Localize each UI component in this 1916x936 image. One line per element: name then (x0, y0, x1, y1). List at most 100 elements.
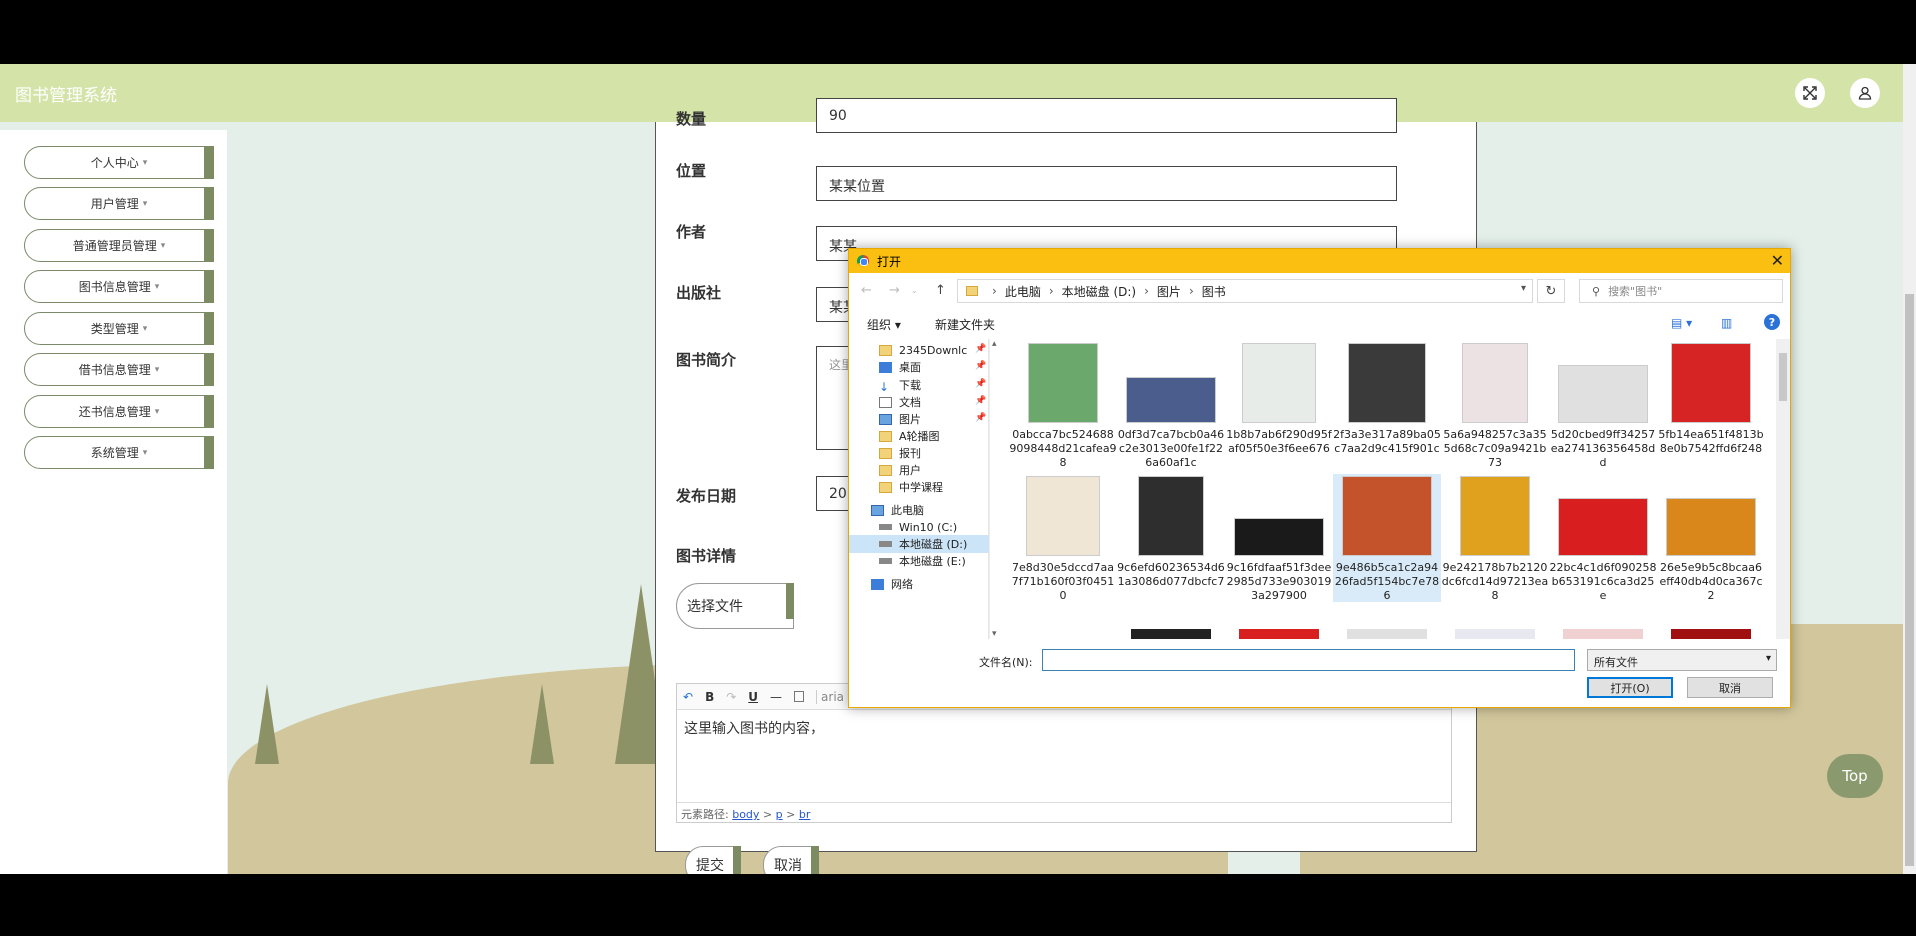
up-arrow-icon[interactable]: ↑ (935, 283, 946, 298)
nav-item-users[interactable]: 用户 (879, 461, 921, 479)
organize-button[interactable]: 组织 ▾ (867, 316, 901, 333)
publish-date-label: 发布日期 (676, 487, 737, 505)
underline-icon[interactable]: U (748, 690, 758, 704)
filename-input[interactable] (1042, 649, 1575, 671)
user-profile-button[interactable] (1850, 78, 1880, 108)
submit-button[interactable]: 提交 (685, 846, 741, 874)
file-item[interactable]: 1b8b7ab6f290d95faf05f50e3f6ee676 (1225, 341, 1333, 469)
sidebar-item-borrow-info[interactable]: 借书信息管理 ▾ (24, 353, 214, 386)
file-item[interactable]: 2f3a3e317a89ba05c7aa2d9c415f901c (1333, 341, 1441, 469)
nav-pane-scrollbar[interactable]: ▴ ▾ (989, 339, 1003, 639)
nav-item-drive-c[interactable]: Win10 (C:) (879, 518, 957, 536)
file-item[interactable]: 7e8d30e5dccd7aa7f71b160f03f04510 (1009, 474, 1117, 602)
nav-item-newspapers[interactable]: 报刊 (879, 444, 921, 462)
forward-arrow-icon[interactable]: → (889, 283, 900, 298)
nav-item-this-pc[interactable]: 此电脑 (871, 501, 924, 519)
scroll-up-icon[interactable]: ▴ (992, 339, 997, 349)
breadcrumb-separator: › (992, 284, 997, 298)
user-icon (1858, 86, 1872, 100)
breadcrumb-drive-d[interactable]: 本地磁盘 (D:) (1062, 283, 1136, 300)
intro-label: 图书简介 (676, 351, 737, 369)
image-thumbnail (1028, 343, 1098, 423)
file-item[interactable]: 0df3d7ca7bcb0a46c2e3013e00fe1f226a60af1c (1117, 341, 1225, 469)
file-item[interactable]: 9c16fdfaaf51f3dee2985d733e9030193a297900 (1225, 474, 1333, 602)
path-br-link[interactable]: br (799, 808, 811, 821)
open-button[interactable]: 打开(O) (1587, 677, 1673, 698)
quantity-field[interactable]: 90 (816, 98, 1397, 133)
caret-down-icon: ▾ (160, 240, 166, 251)
file-item[interactable]: 9e242178b7b2120dc6fcd14d97213ea8 (1441, 474, 1549, 602)
file-item[interactable]: 5fb14ea651f4813b8e0b7542ffd6f248 (1657, 341, 1765, 469)
file-type-value: 所有文件 (1594, 656, 1638, 669)
undo-icon[interactable]: ↶ (683, 690, 693, 704)
file-item[interactable]: 5a6a948257c3a355d68c7c09a9421b73 (1441, 341, 1549, 469)
nav-item-downloads[interactable]: ↓ 下载 (879, 376, 921, 394)
redo-icon[interactable]: ↷ (726, 690, 736, 704)
folder-icon (879, 481, 892, 493)
choose-file-button[interactable]: 选择文件 (676, 583, 794, 629)
font-family-select[interactable]: aria (816, 689, 844, 704)
nav-item-drive-e[interactable]: 本地磁盘 (E:) (879, 552, 966, 570)
breadcrumb-pictures[interactable]: 图片 (1157, 283, 1181, 300)
sidebar-item-label: 普通管理员管理 (72, 239, 157, 253)
file-item[interactable]: 9c6efd60236534d61a3086d077dbcfc7 (1117, 474, 1225, 602)
nav-item-label: 桌面 (899, 361, 921, 374)
nav-item-drive-d[interactable]: 本地磁盘 (D:) (849, 535, 989, 553)
scrollbar-thumb[interactable] (1779, 353, 1787, 401)
file-type-select[interactable]: 所有文件 ▾ (1587, 649, 1777, 671)
sidebar-item-book-info[interactable]: 图书信息管理 ▾ (24, 270, 214, 303)
file-item[interactable]: 9e486b5ca1c2a9426fad5f154bc7e786 (1333, 474, 1441, 602)
recent-dropdown-icon[interactable]: ⌄ (911, 286, 918, 295)
address-bar[interactable]: › 此电脑 › 本地磁盘 (D:) › 图片 › 图书 ▾ (957, 279, 1533, 303)
sidebar-item-system[interactable]: 系统管理 ▾ (24, 436, 214, 469)
file-list-scrollbar[interactable] (1776, 339, 1790, 639)
sidebar-item-user-management[interactable]: 用户管理 ▾ (24, 187, 214, 220)
bold-icon[interactable]: B (705, 690, 714, 704)
new-folder-button[interactable]: 新建文件夹 (935, 316, 995, 333)
nav-item-2345downloads[interactable]: 2345Downlc (879, 341, 967, 359)
page-scrollbar[interactable] (1903, 64, 1916, 874)
nav-item-documents[interactable]: 文档 (879, 393, 921, 411)
file-list: 0abcca7bc5246889098448d21cafea98 0df3d7ca… (1009, 339, 1779, 639)
document-icon[interactable] (794, 691, 805, 702)
search-input[interactable]: ⚲ 搜索"图书" (1579, 279, 1783, 303)
chevron-down-icon[interactable]: ▾ (1521, 283, 1526, 294)
preview-pane-icon[interactable]: ▥ (1721, 316, 1732, 330)
file-name: 5a6a948257c3a355d68c7c09a9421b73 (1443, 428, 1547, 469)
sidebar-item-return-info[interactable]: 还书信息管理 ▾ (24, 395, 214, 428)
sidebar-item-category[interactable]: 类型管理 ▾ (24, 312, 214, 345)
nav-item-carousel[interactable]: A轮播图 (879, 427, 940, 445)
nav-item-middle-school[interactable]: 中学课程 (879, 478, 943, 496)
back-to-top-button[interactable]: Top (1827, 754, 1883, 798)
nav-item-desktop[interactable]: 桌面 (879, 358, 921, 376)
sidebar-item-personal-center[interactable]: 个人中心 ▾ (24, 146, 214, 179)
file-item[interactable]: 22bc4c1d6f090258b653191c6ca3d25e (1549, 474, 1657, 602)
nav-item-label: A轮播图 (899, 430, 940, 443)
image-thumbnail (1558, 365, 1648, 423)
nav-item-network[interactable]: 网络 (871, 575, 913, 593)
breadcrumb-this-pc[interactable]: 此电脑 (1005, 283, 1041, 300)
file-item[interactable]: 5d20cbed9ff34257ea274136356458dd (1549, 341, 1657, 469)
horizontal-rule-icon[interactable]: — (770, 690, 782, 704)
nav-item-pictures[interactable]: 图片 (879, 410, 921, 428)
sidebar-item-admin-management[interactable]: 普通管理员管理 ▾ (24, 229, 214, 262)
cancel-button[interactable]: 取消 (763, 846, 819, 874)
path-p-link[interactable]: p (776, 808, 783, 821)
back-arrow-icon[interactable]: ← (861, 283, 872, 298)
file-item[interactable]: 26e5e9b5c8bcaa6eff40db4d0ca367c2 (1657, 474, 1765, 602)
dialog-cancel-button[interactable]: 取消 (1687, 677, 1773, 698)
nav-item-label: 下载 (899, 379, 921, 392)
location-field[interactable]: 某某位置 (816, 166, 1397, 201)
close-icon[interactable]: ✕ (1771, 251, 1784, 270)
editor-content[interactable]: 这里输入图书的内容， (677, 710, 1451, 746)
fullscreen-button[interactable] (1795, 78, 1825, 108)
scrollbar-thumb[interactable] (1905, 294, 1914, 866)
sidebar-item-label: 个人中心 (90, 156, 139, 170)
change-view-icon[interactable]: ▤ ▾ (1671, 316, 1692, 330)
refresh-button[interactable]: ↻ (1537, 279, 1565, 303)
breadcrumb-books[interactable]: 图书 (1202, 283, 1226, 300)
help-icon[interactable]: ? (1764, 314, 1780, 330)
scroll-down-icon[interactable]: ▾ (992, 629, 997, 639)
file-item[interactable]: 0abcca7bc5246889098448d21cafea98 (1009, 341, 1117, 469)
path-body-link[interactable]: body (732, 808, 759, 821)
